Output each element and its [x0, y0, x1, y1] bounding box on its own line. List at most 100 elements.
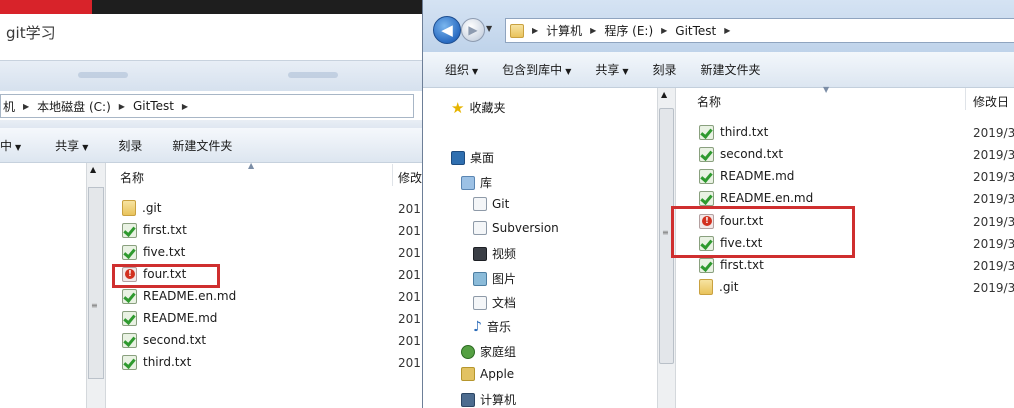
file-row[interactable]: README.md	[122, 308, 217, 328]
scroll-up-arrow-icon[interactable]: ▲	[90, 165, 96, 174]
toolbar-burn-button[interactable]: 刻录	[653, 61, 677, 78]
nav-item-homegroup[interactable]: 家庭组	[461, 343, 516, 360]
file-row[interactable]: five.txt	[122, 242, 185, 262]
nav-item-subversion[interactable]: Subversion	[473, 221, 559, 235]
nav-item-git[interactable]: Git	[473, 197, 509, 211]
toolbar-burn-button[interactable]: 刻录	[118, 137, 142, 154]
forward-button[interactable]: ▶	[461, 18, 485, 42]
file-name: README.en.md	[720, 191, 814, 205]
breadcrumb-arrow-icon[interactable]: ▶	[23, 102, 29, 111]
toolbar-share-button[interactable]: 共享 ▼	[55, 137, 88, 154]
breadcrumb-arrow-icon[interactable]: ▶	[182, 102, 188, 111]
file-name: .git	[142, 201, 162, 215]
file-row[interactable]: second.txt	[122, 330, 206, 350]
toolbar-share-button[interactable]: 共享 ▼	[595, 61, 628, 78]
video-icon	[473, 246, 487, 261]
file-date: 201	[398, 334, 421, 348]
file-row[interactable]: .git	[122, 198, 161, 218]
column-header-modified[interactable]: 修改	[398, 169, 422, 186]
folder-icon	[122, 200, 136, 216]
dropdown-caret-icon: ▼	[622, 67, 629, 76]
file-name: first.txt	[720, 258, 764, 272]
file-name: README.md	[143, 311, 218, 325]
file-row[interactable]: third.txt	[699, 122, 768, 142]
folder-icon	[510, 23, 524, 38]
file-date: 2019/3	[973, 126, 1014, 140]
column-divider[interactable]	[965, 88, 966, 110]
music-icon: ♪	[473, 318, 482, 335]
right-address-bar[interactable]: ▶ 计算机 ▶ 程序 (E:) ▶ GitTest ▶	[505, 18, 1014, 43]
nav-item-videos[interactable]: 视频	[473, 245, 516, 262]
git-library-icon	[473, 197, 487, 211]
dropdown-caret-icon: ▼	[472, 67, 479, 76]
breadcrumb-arrow-icon[interactable]: ▶	[724, 26, 730, 35]
file-row[interactable]: README.en.md	[122, 286, 236, 306]
nav-label: Git	[492, 197, 510, 211]
file-row[interactable]: README.md	[699, 166, 794, 186]
breadcrumb-segment[interactable]: GitTest	[133, 99, 174, 113]
file-row[interactable]: .git	[699, 277, 738, 297]
breadcrumb-segment[interactable]: 程序 (E:)	[604, 22, 653, 39]
breadcrumb-segment[interactable]: 本地磁盘 (C:)	[37, 98, 111, 115]
back-button[interactable]: ◀	[433, 16, 461, 44]
nav-item-libraries[interactable]: 库	[461, 174, 492, 191]
left-address-bar[interactable]: 机 ▶ 本地磁盘 (C:) ▶ GitTest ▶	[0, 94, 414, 118]
nav-item-apple[interactable]: Apple	[461, 367, 514, 381]
left-blur-strip	[0, 120, 422, 128]
library-icon	[461, 175, 475, 190]
apple-folder-icon	[461, 367, 475, 381]
breadcrumb-arrow-icon[interactable]: ▶	[661, 26, 667, 35]
file-row[interactable]: first.txt	[122, 220, 187, 240]
left-scroll-thumb[interactable]	[88, 187, 104, 379]
nav-item-music[interactable]: ♪ 音乐	[473, 318, 511, 335]
nav-label: 计算机	[480, 393, 517, 407]
toolbar-new-folder-button[interactable]: 新建文件夹	[701, 61, 761, 78]
git-ok-icon	[699, 146, 714, 162]
file-name: README.md	[720, 169, 795, 183]
nav-label: 桌面	[470, 151, 495, 165]
toolbar-new-folder-button[interactable]: 新建文件夹	[172, 137, 232, 154]
file-name: second.txt	[720, 147, 784, 161]
file-date: 201	[398, 268, 421, 282]
git-ok-icon	[122, 288, 137, 304]
file-row[interactable]: first.txt	[699, 255, 764, 275]
file-date: 2019/3	[973, 281, 1014, 295]
file-row[interactable]: README.en.md	[699, 188, 813, 208]
breadcrumb-segment[interactable]: GitTest	[675, 24, 716, 38]
blurred-nav-button	[78, 72, 128, 78]
highlight-box	[671, 206, 855, 258]
scroll-up-arrow-icon[interactable]: ▲	[661, 90, 667, 99]
column-header-name[interactable]: 名称	[697, 93, 721, 110]
folder-icon	[699, 279, 713, 295]
breadcrumb-segment[interactable]: 机	[3, 98, 15, 115]
left-nav-scrollbar[interactable]: ▲ ≡	[86, 163, 106, 408]
column-header-name[interactable]: 名称	[120, 169, 144, 186]
breadcrumb-arrow-icon[interactable]: ▶	[590, 26, 596, 35]
toolbar-include-library-button[interactable]: 中 ▼	[0, 137, 21, 154]
git-ok-icon	[122, 332, 137, 348]
file-date: 201	[398, 356, 421, 370]
column-header-modified[interactable]: 修改日	[973, 93, 1009, 110]
picture-icon	[473, 271, 487, 286]
nav-label: Subversion	[492, 221, 559, 235]
history-dropdown-icon[interactable]: ▼	[486, 24, 492, 33]
nav-item-favorites[interactable]: ★ 收藏夹	[451, 99, 505, 116]
file-row[interactable]: third.txt	[122, 352, 191, 372]
breadcrumb-arrow-icon[interactable]: ▶	[119, 102, 125, 111]
computer-icon	[461, 392, 475, 407]
nav-item-computer[interactable]: 计算机	[461, 391, 516, 408]
breadcrumb-segment[interactable]: 计算机	[546, 22, 582, 39]
file-row[interactable]: second.txt	[699, 144, 783, 164]
nav-item-documents[interactable]: 文档	[473, 294, 516, 311]
toolbar-include-library-button[interactable]: 包含到库中 ▼	[502, 61, 571, 78]
nav-label: Apple	[480, 367, 515, 381]
nav-item-desktop[interactable]: 桌面	[451, 149, 494, 166]
file-date: 2019/3	[973, 259, 1014, 273]
nav-item-pictures[interactable]: 图片	[473, 270, 516, 287]
file-date: 2019/3	[973, 170, 1014, 184]
forward-arrow-icon: ▶	[468, 23, 478, 37]
column-divider[interactable]	[392, 164, 393, 186]
breadcrumb-arrow-icon[interactable]: ▶	[532, 26, 538, 35]
file-date: 2019/3	[973, 237, 1014, 251]
toolbar-organize-button[interactable]: 组织 ▼	[445, 61, 478, 78]
